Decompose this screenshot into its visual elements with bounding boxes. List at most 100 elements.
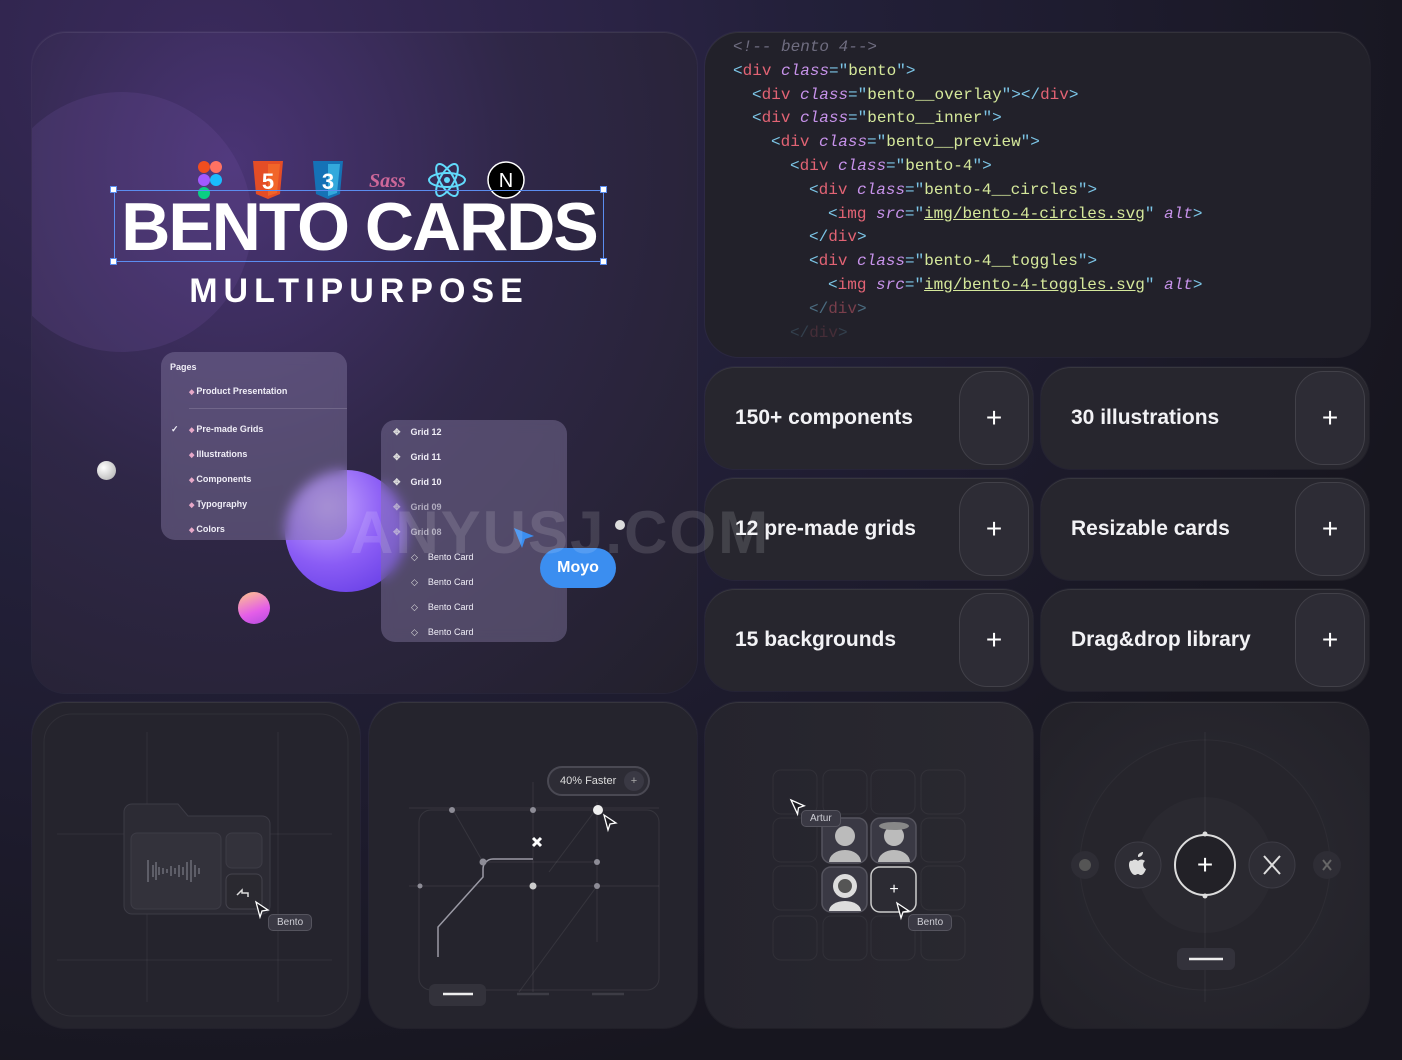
layer-item[interactable]: ✥ Grid 12 [393,427,442,438]
code-line: <img src="img/bento-4-toggles.svg" alt> [828,276,1203,294]
layer-item[interactable]: ✥ Grid 11 [393,452,441,463]
code-line: <div class="bento-4__circles"> [809,181,1097,199]
layer-item-label: Bento Card [427,627,474,637]
code-token: alt [1164,204,1193,223]
layer-item[interactable]: ✥ Grid 10 [393,477,442,488]
layer-item[interactable]: ◇ Bento Card [411,602,473,613]
white-sphere [97,461,116,480]
page-item-label: Typography [196,499,248,509]
feature-label: 15 backgrounds [735,628,897,651]
code-token: < [771,133,781,152]
code-token: class [838,157,887,175]
code-line: <div class="bento__overlay"></div> [752,86,1079,104]
pages-heading: Pages [170,362,197,372]
feature-card: Resizable cards + [1041,478,1369,580]
diamond-icon: ◇ [411,627,418,637]
code-token: div [742,61,772,80]
code-line: <div class="bento__preview"> [771,133,1040,151]
code-line: <div class="bento-4__toggles"> [809,252,1097,270]
page-item[interactable]: ◆ Typography [189,499,247,509]
code-token: < [752,109,762,128]
code-token: =" [829,61,849,80]
code-token: class [800,109,849,128]
code-token: div [780,133,810,152]
feature-label: 150+ components [735,406,913,429]
folder-tile: Bento [32,702,360,1028]
code-token: "> [972,157,992,175]
selection-handle[interactable] [110,186,117,193]
gradient-sphere [238,592,270,624]
page-item[interactable]: ✓ ◆ Pre-made Grids [171,424,264,434]
page-item-label: Product Presentation [196,386,288,396]
layer-item[interactable]: ◇ Bento Card [411,627,473,638]
code-token: class [800,85,849,104]
diamond-icon: ◇ [411,602,418,612]
layer-item[interactable]: ◇ Bento Card [411,577,473,588]
code-token: src [876,204,905,223]
feature-card: 150+ components + [705,367,1033,469]
code-token: img [837,204,867,223]
layer-item-label: Grid 12 [410,427,442,437]
code-token: div [761,85,791,104]
code-line: <div class="bento"> [733,62,915,80]
layer-item-label: Grid 10 [410,477,442,487]
code-token: > [857,228,867,247]
folder-illustration [43,713,349,1017]
code-token: < [809,252,819,271]
page-item[interactable]: ◆ Illustrations [189,449,247,459]
code-token: div [799,157,829,175]
selection-handle[interactable] [600,258,607,265]
path-tile: 40% Faster + [369,702,697,1028]
expand-plus-button[interactable]: + [959,593,1029,687]
cursor-tag-artur: Artur [801,810,841,827]
expand-plus-button[interactable]: + [959,371,1029,465]
center-plus-button[interactable]: + [1193,850,1217,880]
layer-item-label: Bento Card [427,577,474,587]
code-token: " [1144,204,1165,223]
code-token: > [1068,85,1079,104]
page-item[interactable]: ◆ Product Presentation [189,386,287,396]
page-item-label: Colors [196,524,225,534]
expand-plus-button[interactable]: + [1295,482,1365,576]
code-token: div [818,252,848,271]
code-token: div [828,228,858,247]
code-token: =" [904,204,925,223]
expand-plus-button[interactable]: + [959,482,1029,576]
code-line: </div> [809,228,867,246]
code-token: < [790,157,800,175]
selection-handle[interactable] [110,258,117,265]
code-token: img/bento-4-circles.svg [924,204,1145,223]
code-token: <!-- bento 4--> [733,38,878,56]
code-token: < [828,204,838,223]
selection-handle[interactable] [600,186,607,193]
code-token: div [828,299,858,318]
code-token: </ [809,228,829,247]
page-item-label: Pre-made Grids [196,424,264,434]
code-token: "> [1077,252,1098,271]
feature-card: 15 backgrounds + [705,589,1033,691]
watermark: ANYUSJ.COM [350,499,771,566]
code-token: > [1192,204,1203,223]
pill-plus-button[interactable]: + [624,771,644,791]
code-line: <div class="bento-4"> [790,157,992,175]
page-item[interactable]: ◆ Colors [189,524,225,534]
layer-item-label: Grid 11 [410,452,442,462]
expand-plus-button[interactable]: + [1295,593,1365,687]
faster-label: 40% Faster [560,775,617,787]
expand-plus-button[interactable]: + [1295,371,1365,465]
hero-card: 5 3 Sass N BENTO CARDS MULTIPURPOSE Page… [32,32,697,693]
code-token: bento-4__toggles [924,252,1078,271]
code-token: class [819,133,868,152]
code-token: class [857,180,906,199]
page-item[interactable]: ◆ Components [189,474,251,484]
code-token: =" [848,85,868,104]
code-token: =" [904,276,925,294]
faster-pill[interactable]: 40% Faster + [547,766,650,796]
code-token: div [818,180,848,199]
